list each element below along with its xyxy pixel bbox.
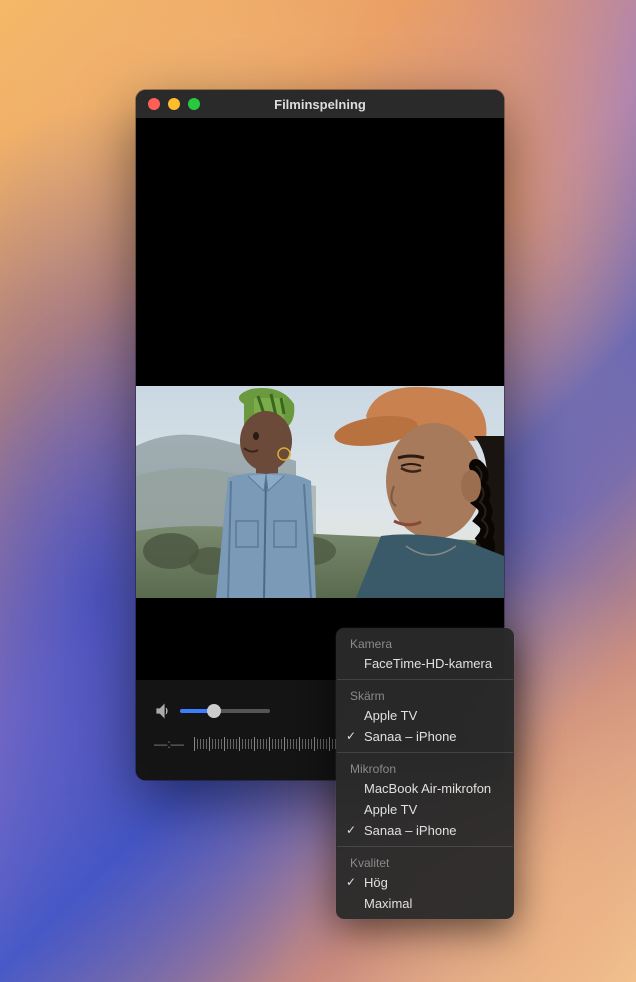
traffic-lights [136,98,200,110]
menu-item[interactable]: Maximal [336,893,514,914]
menu-item[interactable]: MacBook Air-mikrofon [336,778,514,799]
menu-item-label: Sanaa – iPhone [364,823,457,838]
menu-section-header: Skärm [336,685,514,705]
menu-item[interactable]: ✓ Sanaa – iPhone [336,820,514,841]
checkmark-icon: ✓ [346,875,356,889]
volume-icon [154,703,170,719]
menu-divider [337,752,513,753]
time-display: ––:–– [154,737,184,751]
menu-item-label: Apple TV [364,708,417,723]
menu-item-label: FaceTime-HD-kamera [364,656,492,671]
menu-item-label: Hög [364,875,388,890]
recording-options-menu: Kamera FaceTime-HD-kamera Skärm Apple TV ✓ Sa… [336,628,514,919]
menu-item[interactable]: Apple TV [336,799,514,820]
menu-section-header: Kvalitet [336,852,514,872]
fullscreen-button[interactable] [188,98,200,110]
menu-section-header: Kamera [336,633,514,653]
minimize-button[interactable] [168,98,180,110]
window-titlebar[interactable]: Filminspelning [136,90,504,118]
menu-item[interactable]: FaceTime-HD-kamera [336,653,514,674]
menu-item-label: Maximal [364,896,412,911]
menu-divider [337,679,513,680]
video-frame [136,386,504,598]
checkmark-icon: ✓ [346,729,356,743]
volume-slider[interactable] [180,709,270,713]
menu-item-label: Sanaa – iPhone [364,729,457,744]
checkmark-icon: ✓ [346,823,356,837]
menu-item[interactable]: ✓ Hög [336,872,514,893]
menu-item-label: MacBook Air-mikrofon [364,781,491,796]
menu-section-header: Mikrofon [336,758,514,778]
menu-item-label: Apple TV [364,802,417,817]
menu-divider [337,846,513,847]
close-button[interactable] [148,98,160,110]
menu-item[interactable]: Apple TV [336,705,514,726]
menu-item[interactable]: ✓ Sanaa – iPhone [336,726,514,747]
